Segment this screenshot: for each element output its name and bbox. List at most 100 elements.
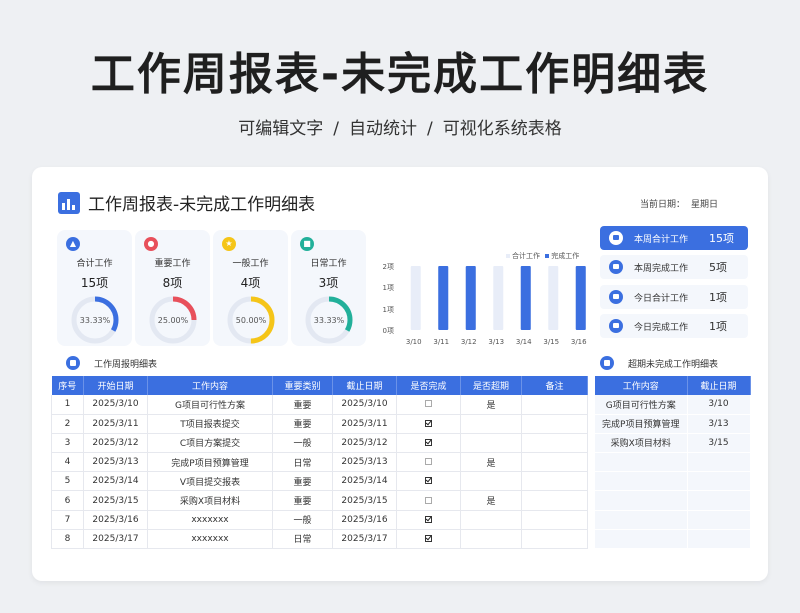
cell-content: T项目报表提交 [147,414,273,434]
cell-deadline [687,490,751,511]
table-row: G项目可行性方案 3/10 [595,395,751,415]
done-checkbox[interactable] [425,515,432,523]
column-header[interactable]: 截止日期 [687,376,751,395]
done-checkbox[interactable] [425,496,432,504]
table-row: 1 2025/3/10 G项目可行性方案 重要 2025/3/10 是 [51,395,588,415]
done-checkbox[interactable] [425,534,432,542]
cell-no: 4 [51,452,84,473]
column-header[interactable]: 备注 [521,376,588,395]
cell-done[interactable] [396,510,461,530]
cell-category: 一般 [272,510,333,530]
cell-deadline [687,510,751,530]
column-header[interactable]: 序号 [51,376,84,395]
cell-start: 2025/3/12 [83,433,148,454]
cell-no: 8 [51,529,84,550]
monitor-icon [609,319,623,333]
gear-icon [600,356,614,370]
donut-percent: 50.00% [236,316,267,325]
monitor-icon [609,290,623,304]
table-row: 完成P项目预算管理 3/13 [595,414,751,434]
cell-content: G项目可行性方案 [595,395,688,415]
cell-content [595,452,688,473]
cell-start: 2025/3/17 [83,529,148,550]
cell-no: 5 [51,471,84,492]
page-subtitle: 可编辑文字 / 自动统计 / 可视化系统表格 [0,114,800,139]
x-tick-label: 3/12 [461,338,477,346]
cell-done[interactable] [396,490,461,511]
table-row [595,529,751,550]
donut-percent: 33.33% [80,316,111,325]
cell-content [595,529,688,550]
location-icon: ● [144,237,158,251]
cell-deadline: 3/13 [687,414,751,434]
column-header[interactable]: 工作内容 [595,376,688,395]
cell-category: 一般 [272,433,333,454]
stat-count: 15项 [80,276,109,290]
table-row [595,510,751,530]
cell-deadline: 2025/3/10 [332,395,397,415]
done-checkbox[interactable] [425,400,432,408]
detail-section-label: 工作周报明细表 [66,356,157,370]
y-tick-label: 1项 [383,284,394,292]
cell-category: 重要 [272,414,333,434]
cell-done[interactable] [396,471,461,492]
table-row [595,471,751,492]
stat-label: 日常工作 [310,259,347,269]
cell-overdue: 是 [460,452,522,473]
cell-deadline: 3/15 [687,433,751,454]
star-icon: ★ [222,237,236,251]
cell-start: 2025/3/13 [83,452,148,473]
stat-card: ■ 日常工作 3项 33.33% [291,230,366,346]
side-stat: 今日完成工作 1项 [600,314,748,338]
column-header[interactable]: 开始日期 [83,376,148,395]
cell-done[interactable] [396,433,461,454]
cell-note [521,490,588,511]
cell-deadline: 3/10 [687,395,751,415]
detail-table: 序号 开始日期 工作内容 重要类别 截止日期 是否完成 是否超期 备注 1 2025/3/10 G… [51,376,588,550]
bar-done [465,266,476,330]
stat-card: ● 重要工作 8项 25.00% [135,230,210,346]
table-row: 4 2025/3/13 完成P项目预算管理 日常 2025/3/13 是 [51,452,588,473]
subtitle-part: 可编辑文字 [238,119,324,139]
cell-done[interactable] [396,529,461,550]
cell-content: 采购X项目材料 [595,433,688,454]
cell-content [595,490,688,511]
overdue-section-label: 超期未完成工作明细表 [600,356,718,370]
column-header[interactable]: 截止日期 [332,376,397,395]
table-row: 5 2025/3/14 V项目提交报表 重要 2025/3/14 [51,471,588,492]
stat-count: 3项 [318,276,339,290]
done-checkbox[interactable] [425,419,432,427]
cell-start: 2025/3/16 [83,510,148,530]
bar-chart-icon [58,191,80,214]
column-header[interactable]: 是否超期 [460,376,522,395]
side-stat-label: 本周合计工作 [634,234,689,245]
cell-done[interactable] [396,395,461,415]
daily-bar-chart: 0项 1项 1项 2项 3/10 3/11 3/12 3/13 3/14 3/15 3/16 [383,263,587,346]
cell-no: 1 [51,395,84,415]
cell-start: 2025/3/14 [83,471,148,492]
page-title: 工作周报表-未完成工作明细表 [90,49,710,100]
done-checkbox[interactable] [425,477,432,485]
table-row [595,490,751,511]
cell-deadline [687,452,751,473]
cell-note [521,433,588,454]
done-checkbox[interactable] [425,438,432,446]
cell-deadline [687,471,751,492]
dashboard-title: 工作周报表-未完成工作明细表 [88,195,316,215]
column-header[interactable]: 是否完成 [396,376,461,395]
cell-no: 2 [51,414,84,434]
cell-no: 6 [51,490,84,511]
cell-deadline [687,529,751,550]
bar-total [548,266,559,330]
side-stat-value: 1项 [709,320,727,333]
cell-done[interactable] [396,452,461,473]
column-header[interactable]: 重要类别 [272,376,333,395]
cell-done[interactable] [396,414,461,434]
cell-note [521,452,588,473]
column-header[interactable]: 工作内容 [147,376,273,395]
done-checkbox[interactable] [425,458,432,466]
cell-content: 采购X项目材料 [147,490,273,511]
bar-done [438,266,449,330]
cell-content: C项目方案提交 [147,433,273,454]
cell-note [521,529,588,550]
